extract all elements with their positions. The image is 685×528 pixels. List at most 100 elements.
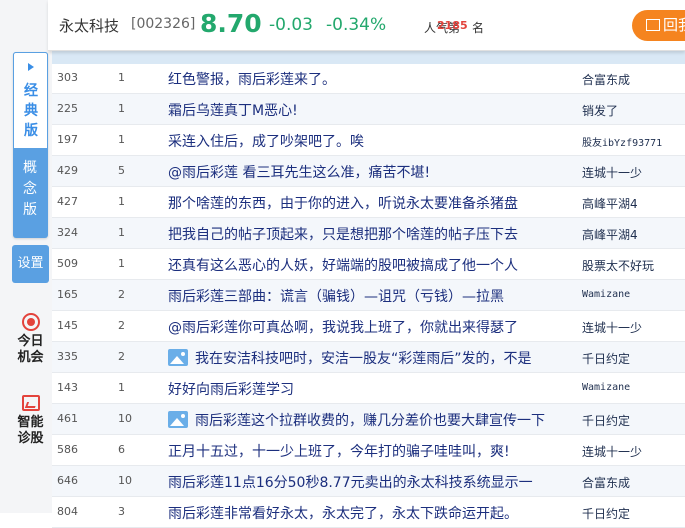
post-title-link[interactable]: 雨后彩莲非常看好永太，永太完了，永太下跌命运开起。: [168, 503, 518, 523]
post-author-link[interactable]: 销发了: [582, 102, 618, 119]
post-title-text: 那个啥莲的东西，由于你的进入，听说永太要准备杀猪盘: [168, 196, 518, 212]
reply-count: 10: [118, 474, 132, 487]
post-author-link[interactable]: 连城十一少: [582, 164, 642, 181]
reply-count: 1: [118, 381, 125, 394]
post-row[interactable]: 429 5 @雨后彩莲 看三耳先生这么准，痛苦不堪! 连城十一少: [52, 156, 685, 187]
post-title-text: 把我自己的帖子顶起来，只是想把那个啥莲的帖子压下去: [168, 227, 518, 243]
post-row[interactable]: 143 1 好好向雨后彩莲学习 Wamizane: [52, 373, 685, 404]
post-title-link[interactable]: 雨后彩莲11点16分50秒8.77元卖出的永太科技系统显示一: [168, 472, 533, 492]
image-icon: [168, 349, 188, 366]
post-author-link[interactable]: Wamizane: [582, 382, 630, 393]
read-count: 509: [57, 257, 78, 270]
read-count: 461: [57, 412, 78, 425]
reply-count: 6: [118, 443, 125, 456]
post-author-link[interactable]: 股友ibYzf93771: [582, 134, 662, 149]
post-title-link[interactable]: 红色警报，雨后彩莲来了。: [168, 69, 336, 89]
post-row[interactable]: 165 2 雨后彩莲三部曲：谎言（骗钱）—诅咒（亏钱）—拉黑 Wamizane: [52, 280, 685, 311]
post-row[interactable]: 509 1 还真有这么恶心的人妖，好端端的股吧被搞成了他一个人 股票太不好玩: [52, 249, 685, 280]
post-author-link[interactable]: Wamizane: [582, 289, 630, 300]
post-title-text: 正月十五过，十一少上班了，今年打的骗子哇哇叫，爽!: [168, 444, 510, 460]
reply-count: 1: [118, 133, 125, 146]
reply-count: 3: [118, 505, 125, 518]
stock-price: 8.70: [200, 9, 262, 38]
post-author-link[interactable]: 千日约定: [582, 350, 630, 367]
read-count: 197: [57, 133, 78, 146]
post-author-link[interactable]: 千日约定: [582, 412, 630, 429]
settings-button[interactable]: 设置: [12, 245, 49, 283]
message-icon: [646, 19, 660, 31]
post-author-link[interactable]: 合富东成: [582, 474, 630, 491]
read-count: 335: [57, 350, 78, 363]
today-opportunity-button[interactable]: 今日机会: [12, 313, 49, 366]
post-title-link[interactable]: 雨后彩莲三部曲：谎言（骗钱）—诅咒（亏钱）—拉黑: [168, 286, 504, 306]
post-title-link[interactable]: 那个啥莲的东西，由于你的进入，听说永太要准备杀猪盘: [168, 193, 518, 213]
reply-count: 2: [118, 288, 125, 301]
post-title-link[interactable]: 雨后彩莲这个拉群收费的，赚几分差价也要大肆宣传一下: [168, 410, 545, 430]
reply-count: 1: [118, 257, 125, 270]
read-count: 429: [57, 164, 78, 177]
mode-concept-label: 概念版: [23, 160, 37, 218]
post-title-text: 雨后彩莲这个拉群收费的，赚几分差价也要大肆宣传一下: [195, 413, 545, 429]
post-author-link[interactable]: 千日约定: [582, 505, 630, 522]
read-count: 165: [57, 288, 78, 301]
post-row[interactable]: 197 1 采连入住后，成了吵架吧了。唉 股友ibYzf93771: [52, 125, 685, 156]
price-change-percent: -0.34%: [326, 15, 387, 35]
post-title-link[interactable]: @雨后彩莲 看三耳先生这么准，痛苦不堪!: [168, 162, 430, 182]
reply-count: 1: [118, 102, 125, 115]
post-title-link[interactable]: @雨后彩莲你可真怂啊，我说我上班了，你就出来得瑟了: [168, 317, 518, 337]
post-row[interactable]: 335 2 我在安洁科技吧时，安洁一股友“彩莲雨后”发的，不是 千日约定: [52, 342, 685, 373]
reply-me-button[interactable]: 回我: [632, 10, 685, 41]
reply-count: 1: [118, 195, 125, 208]
post-title-link[interactable]: 好好向雨后彩莲学习: [168, 379, 294, 399]
post-list: 303 1 红色警报，雨后彩莲来了。 合富东成 225 1 霜后乌莲真丁M恶心! 销发了 197…: [52, 63, 685, 528]
mode-classic-tab[interactable]: 经典版: [13, 52, 48, 149]
post-row[interactable]: 225 1 霜后乌莲真丁M恶心! 销发了: [52, 94, 685, 125]
read-count: 586: [57, 443, 78, 456]
post-title-link[interactable]: 采连入住后，成了吵架吧了。唉: [168, 131, 364, 151]
post-title-text: @雨后彩莲 看三耳先生这么准，痛苦不堪!: [168, 165, 431, 181]
play-arrow-icon: [28, 63, 34, 71]
read-count: 225: [57, 102, 78, 115]
post-title-text: 雨后彩莲三部曲：谎言（骗钱）—诅咒（亏钱）—拉黑: [168, 289, 504, 305]
price-change: -0.03: [269, 15, 313, 35]
post-row[interactable]: 646 10 雨后彩莲11点16分50秒8.77元卖出的永太科技系统显示一 合富东成: [52, 466, 685, 497]
reply-count: 2: [118, 319, 125, 332]
popularity-rank: 2185: [437, 19, 468, 32]
post-title-link[interactable]: 正月十五过，十一少上班了，今年打的骗子哇哇叫，爽!: [168, 441, 510, 461]
post-title-text: 好好向雨后彩莲学习: [168, 382, 294, 398]
left-sidebar: 经典版 概念版 设置 今日机会 智能诊股: [0, 0, 52, 513]
reply-count: 1: [118, 226, 125, 239]
post-row[interactable]: 145 2 @雨后彩莲你可真怂啊，我说我上班了，你就出来得瑟了 连城十一少: [52, 311, 685, 342]
read-count: 804: [57, 505, 78, 518]
post-author-link[interactable]: 连城十一少: [582, 319, 642, 336]
post-title-text: 还真有这么恶心的人妖，好端端的股吧被搞成了他一个人: [168, 258, 518, 274]
post-author-link[interactable]: 连城十一少: [582, 443, 642, 460]
post-title-text: 霜后乌莲真丁M恶心!: [168, 103, 298, 119]
post-author-link[interactable]: 股票太不好玩: [582, 257, 654, 274]
read-count: 646: [57, 474, 78, 487]
reply-count: 2: [118, 350, 125, 363]
post-title-text: 我在安洁科技吧时，安洁一股友“彩莲雨后”发的，不是: [195, 351, 532, 367]
post-title-link[interactable]: 把我自己的帖子顶起来，只是想把那个啥莲的帖子压下去: [168, 224, 518, 244]
post-title-text: 雨后彩莲11点16分50秒8.77元卖出的永太科技系统显示一: [168, 475, 533, 491]
mode-switcher: 经典版 概念版: [13, 52, 48, 238]
post-author-link[interactable]: 高峰平湖4: [582, 226, 638, 243]
post-row[interactable]: 303 1 红色警报，雨后彩莲来了。 合富东成: [52, 63, 685, 94]
post-title-text: 红色警报，雨后彩莲来了。: [168, 72, 336, 88]
post-row[interactable]: 586 6 正月十五过，十一少上班了，今年打的骗子哇哇叫，爽! 连城十一少: [52, 435, 685, 466]
hidden-row-strip: [52, 50, 685, 64]
post-title-link[interactable]: 还真有这么恶心的人妖，好端端的股吧被搞成了他一个人: [168, 255, 518, 275]
stock-name[interactable]: 永太科技: [59, 15, 119, 36]
target-icon: [21, 313, 40, 331]
post-author-link[interactable]: 高峰平湖4: [582, 195, 638, 212]
popularity-suffix: 名: [472, 21, 485, 35]
post-title-link[interactable]: 霜后乌莲真丁M恶心!: [168, 100, 298, 120]
smart-diagnosis-button[interactable]: 智能诊股: [12, 395, 49, 447]
post-row[interactable]: 324 1 把我自己的帖子顶起来，只是想把那个啥莲的帖子压下去 高峰平湖4: [52, 218, 685, 249]
post-row[interactable]: 461 10 雨后彩莲这个拉群收费的，赚几分差价也要大肆宣传一下 千日约定: [52, 404, 685, 435]
post-author-link[interactable]: 合富东成: [582, 71, 630, 88]
post-title-link[interactable]: 我在安洁科技吧时，安洁一股友“彩莲雨后”发的，不是: [168, 348, 532, 368]
post-row[interactable]: 427 1 那个啥莲的东西，由于你的进入，听说永太要准备杀猪盘 高峰平湖4: [52, 187, 685, 218]
mode-classic-label: 经典版: [24, 83, 38, 139]
reply-me-label: 回我: [663, 16, 685, 34]
